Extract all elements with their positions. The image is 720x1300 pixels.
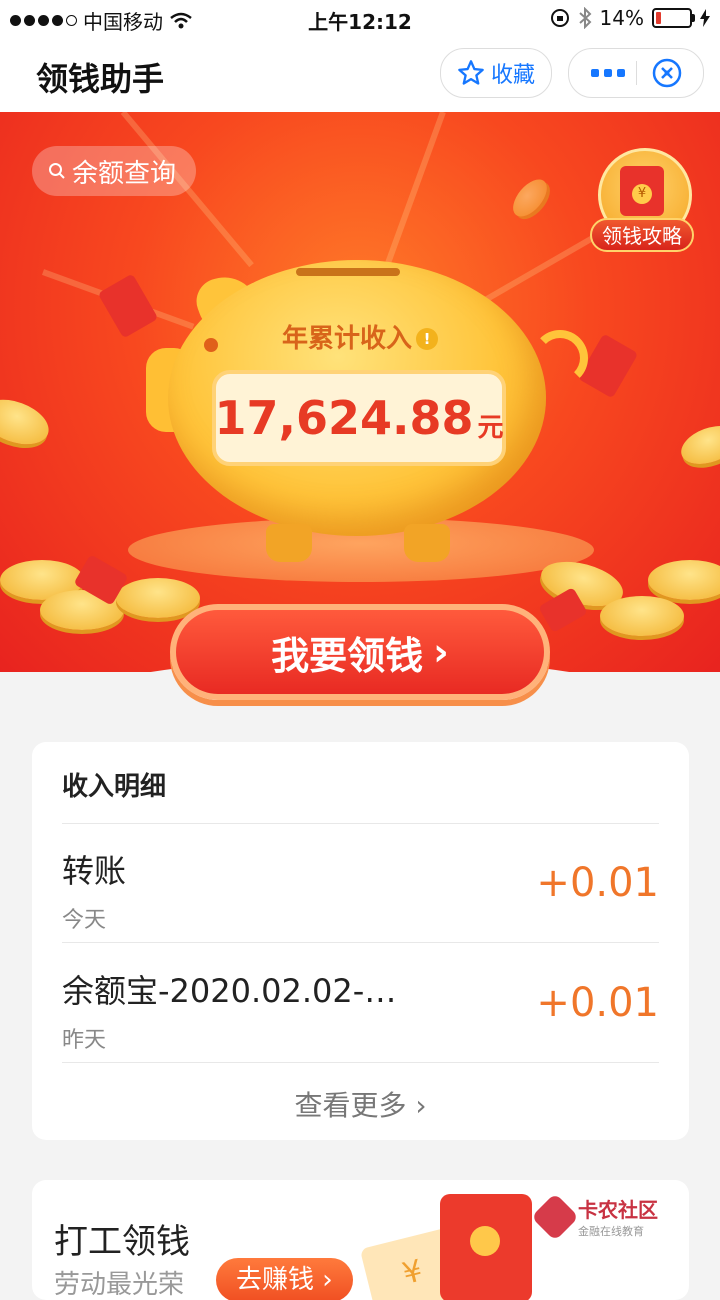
balance-query-label: 余额查询 bbox=[72, 158, 177, 189]
income-row-date: 今天 bbox=[62, 908, 107, 933]
work-earn-subtitle: 劳动最光荣 bbox=[54, 1270, 185, 1300]
ticket-symbol: ¥ bbox=[399, 1253, 427, 1293]
coin-decoration bbox=[675, 418, 720, 472]
bluetooth-icon bbox=[578, 7, 591, 29]
watermark: 卡农社区 金融在线教育 bbox=[530, 1192, 658, 1241]
nav-bar: 领钱助手 收藏 bbox=[0, 36, 720, 113]
work-earn-title: 打工领钱 bbox=[54, 1222, 190, 1262]
income-detail-title: 收入明细 bbox=[62, 772, 167, 802]
close-button[interactable] bbox=[651, 57, 683, 89]
guide-label: 领钱攻略 bbox=[590, 218, 694, 252]
view-more-link[interactable]: 查看更多 › bbox=[32, 1084, 689, 1124]
battery-percent: 14% bbox=[599, 6, 644, 30]
watermark-logo bbox=[530, 1192, 580, 1241]
guide-button[interactable]: ¥ 领钱攻略 bbox=[590, 148, 694, 252]
divider bbox=[62, 823, 659, 824]
watermark-sub: 金融在线教育 bbox=[578, 1225, 644, 1238]
star-icon bbox=[458, 60, 484, 85]
status-bar: 中国移动 上午12:12 14% bbox=[0, 0, 720, 36]
view-more-label: 查看更多 bbox=[294, 1089, 407, 1122]
more-button[interactable] bbox=[591, 69, 625, 77]
page-title: 领钱助手 bbox=[36, 60, 165, 98]
pig-leg bbox=[266, 524, 312, 562]
divider bbox=[62, 1062, 659, 1063]
favorite-button[interactable]: 收藏 bbox=[440, 48, 552, 98]
chevron-right-icon: › bbox=[415, 1089, 427, 1122]
claim-money-label: 我要领钱 bbox=[271, 633, 424, 678]
battery-icon bbox=[652, 8, 695, 28]
pig-coin-slot bbox=[296, 268, 400, 276]
mini-app-capsule bbox=[568, 48, 704, 98]
coin-decoration bbox=[0, 391, 55, 453]
coin-decoration bbox=[506, 173, 554, 223]
balance-query-button[interactable]: 余额查询 bbox=[32, 146, 197, 196]
income-row-date: 昨天 bbox=[62, 1028, 107, 1053]
coin-icon: ¥ bbox=[632, 184, 652, 204]
orientation-lock-icon bbox=[550, 9, 569, 27]
annual-income-amount: 17,624.88 元 bbox=[212, 370, 506, 466]
red-envelope-icon bbox=[440, 1194, 532, 1300]
income-detail-card: 收入明细 转账 今天 +0.01 余额宝-2020.02.02-… 昨天 +0.… bbox=[32, 742, 689, 1140]
amount-unit: 元 bbox=[477, 412, 504, 443]
income-row-amount: +0.01 bbox=[536, 860, 659, 906]
amount-value: 17,624.88 bbox=[214, 391, 474, 445]
coin-decoration bbox=[116, 578, 200, 618]
hero-banner: 余额查询 ¥ 领钱攻略 年累计收入! 17,624.88 元 bbox=[0, 112, 720, 672]
go-earn-button[interactable]: 去赚钱 › bbox=[216, 1258, 353, 1300]
charging-icon bbox=[700, 9, 710, 27]
chevron-right-icon: › bbox=[433, 630, 449, 674]
status-right: 14% bbox=[550, 6, 710, 30]
red-envelope-decoration bbox=[97, 273, 159, 339]
annual-income-text: 年累计收入 bbox=[281, 324, 412, 354]
income-row-name: 余额宝-2020.02.02-… bbox=[62, 972, 397, 1010]
favorite-label: 收藏 bbox=[490, 63, 535, 88]
coin-decoration bbox=[648, 560, 720, 600]
watermark-name: 卡农社区 bbox=[578, 1198, 658, 1222]
claim-money-button[interactable]: 我要领钱 › bbox=[170, 604, 550, 700]
info-icon[interactable]: ! bbox=[416, 328, 438, 350]
coin-decoration bbox=[600, 596, 684, 636]
income-row-amount: +0.01 bbox=[536, 980, 659, 1026]
pig-eye bbox=[204, 338, 218, 352]
search-icon bbox=[49, 163, 65, 179]
work-earn-card[interactable]: 打工领钱 劳动最光荣 去赚钱 › ¥ 卡农社区 金融在线教育 bbox=[32, 1180, 689, 1300]
pig-leg bbox=[404, 524, 450, 562]
income-row-name: 转账 bbox=[62, 852, 127, 890]
annual-income-label: 年累计收入! bbox=[250, 318, 470, 355]
divider bbox=[62, 942, 659, 943]
capsule-divider bbox=[636, 61, 637, 85]
